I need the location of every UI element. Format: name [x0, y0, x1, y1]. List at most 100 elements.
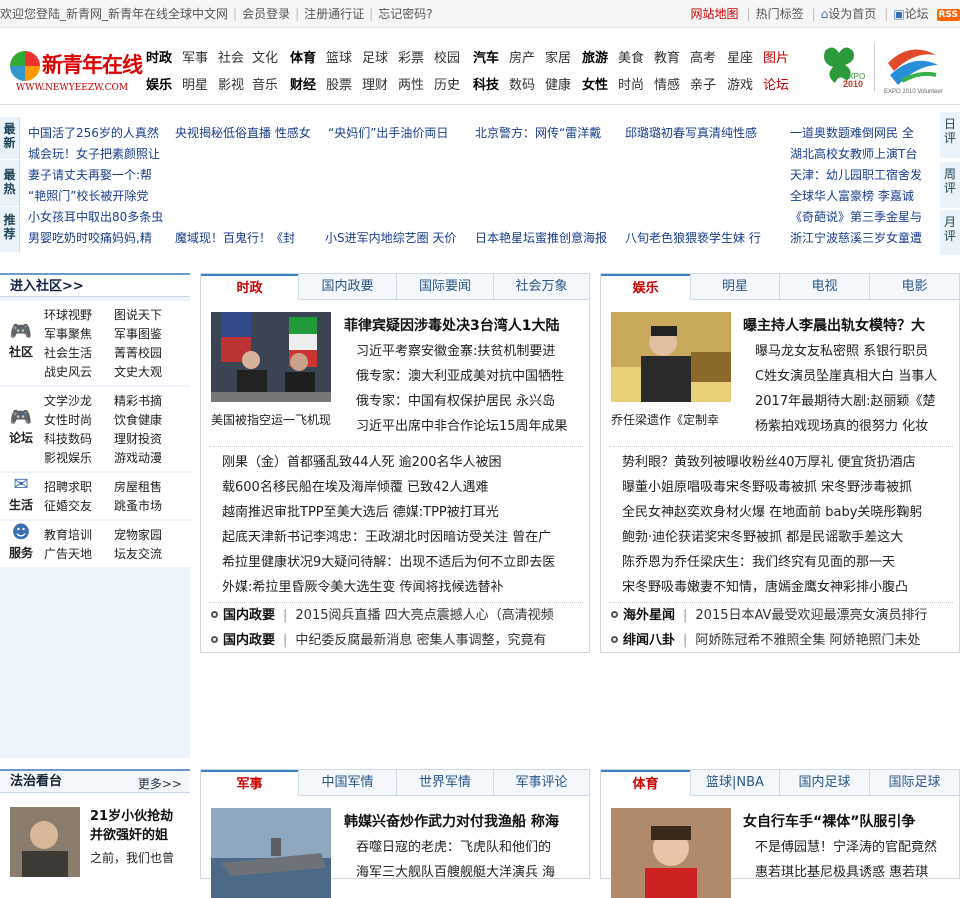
community-link[interactable]: 房屋租售 [114, 478, 162, 495]
nav-link[interactable]: 科技 [473, 74, 499, 93]
tab-item[interactable]: 电影 [869, 274, 959, 300]
nav-link[interactable]: 论坛 [763, 74, 789, 93]
rss-icon[interactable]: RSS [937, 9, 960, 21]
category-name[interactable]: 国内政要 [223, 608, 275, 623]
category-headline[interactable]: 2015日本AV最受欢迎最漂亮女演员排行 [695, 608, 927, 623]
tab-item[interactable]: 世界军情 [396, 770, 493, 796]
box2-photo[interactable] [611, 312, 731, 402]
tab-item[interactable]: 明星 [690, 274, 779, 300]
community-link[interactable]: 军事聚焦 [44, 325, 92, 342]
box1-list-item[interactable]: 载600名移民船在埃及海岸倾覆 已致42人遇难 [222, 476, 580, 495]
box2-bullet-item[interactable]: 杨紫拍戏现场真的很努力 化妆 [755, 415, 955, 434]
tab-item[interactable]: 军事评论 [493, 770, 589, 796]
nav-link[interactable]: 图片 [763, 47, 789, 66]
ticker-link[interactable]: 中国活了256岁的人真然 [28, 124, 159, 141]
box1-list-item[interactable]: 起底天津新书记李鸿忠：王政湖北时因暗访受关注 曾在广 [222, 526, 580, 545]
ticker-link[interactable]: “央妈们”出手油价両日 [328, 124, 448, 141]
community-link[interactable]: 招聘求职 [44, 478, 92, 495]
nav-link[interactable]: 两性 [398, 74, 424, 93]
nav-link[interactable]: 美食 [618, 47, 644, 66]
law-headline[interactable]: 21岁小伙抢劫并欲强奸的姐 [90, 807, 186, 845]
tab-item[interactable]: 电视 [779, 274, 869, 300]
box2-list-item[interactable]: 宋冬野吸毒嫩妻不知情，唐嫣金鹰女神彩排小腹凸 [622, 576, 950, 595]
nav-link[interactable]: 娱乐 [146, 74, 172, 93]
box2-list-item[interactable]: 全民女神赵奕欢身材火爆 在地面前 baby关晓彤鞠躬 [622, 501, 950, 520]
box1-bullet-item[interactable]: 习近平出席中非合作论坛15周年成果 [356, 415, 584, 434]
nav-link[interactable]: 旅游 [582, 47, 608, 66]
community-link[interactable]: 宠物家园 [114, 526, 162, 543]
nav-link[interactable]: 明星 [182, 74, 208, 93]
nav-link[interactable]: 财经 [290, 74, 316, 93]
login-link[interactable]: 会员登录 [242, 7, 290, 21]
law-more-link[interactable]: 更多>> [138, 773, 182, 795]
nav-link[interactable]: 星座 [727, 47, 753, 66]
nav-link[interactable]: 健康 [545, 74, 571, 93]
nav-link[interactable]: 房产 [509, 47, 535, 66]
nav-link[interactable]: 游戏 [727, 74, 753, 93]
nav-link[interactable]: 军事 [182, 47, 208, 66]
box2-bullet-item[interactable]: 曝马龙女友私密照 系银行职员 [755, 340, 955, 359]
nav-link[interactable]: 影视 [218, 74, 244, 93]
box2-photo-caption[interactable]: 乔任梁遗作《定制幸 [611, 411, 731, 428]
nav-link[interactable]: 音乐 [252, 74, 278, 93]
tab-item[interactable]: 国内足球 [779, 770, 869, 796]
box1-photo-caption[interactable]: 美国被指空运一飞机现 [211, 411, 331, 428]
box2-headline[interactable]: 曝主持人李晨出轨女模特？大 [743, 315, 955, 335]
box2-list-item[interactable]: 鲍勃·迪伦获诺奖宋冬野被抓 都是民谣歌手差这大 [622, 526, 950, 545]
nav-link[interactable]: 篮球 [326, 47, 352, 66]
category-name[interactable]: 绯闻八卦 [623, 633, 675, 648]
community-link[interactable]: 饮食健康 [114, 411, 162, 428]
ticker-link[interactable]: 央视揭秘低俗直播 性感女 [175, 124, 311, 141]
hot-tags-link[interactable]: 热门标签 [756, 7, 804, 21]
box1-photo[interactable] [211, 312, 331, 402]
community-link[interactable]: 文史大观 [114, 363, 162, 380]
tab-active[interactable]: 军事 [201, 770, 298, 797]
tab-active[interactable]: 娱乐 [601, 274, 690, 301]
tab-active[interactable]: 体育 [601, 770, 690, 797]
box3-headline[interactable]: 韩媒兴奋炒作武力对付我渔船 称海 [344, 811, 584, 831]
category-name[interactable]: 国内政要 [223, 633, 275, 648]
nav-link[interactable]: 数码 [509, 74, 535, 93]
nav-link[interactable]: 时政 [146, 47, 172, 66]
nav-link[interactable]: 时尚 [618, 74, 644, 93]
tab-item[interactable]: 篮球|NBA [690, 770, 779, 796]
nav-link[interactable]: 教育 [654, 47, 680, 66]
law-photo[interactable] [10, 807, 80, 877]
ticker-link[interactable]: 魔域现！百鬼行！《封 [175, 229, 295, 246]
box4-bullet-item[interactable]: 惠若琪比基尼极具诱惑 惠若琪 [755, 861, 955, 880]
nav-link[interactable]: 校园 [434, 47, 460, 66]
nav-link[interactable]: 文化 [252, 47, 278, 66]
forum-link[interactable]: 论坛 [905, 7, 929, 21]
tab-item[interactable]: 国内政要 [298, 274, 396, 300]
ticker-link[interactable]: 小S进军内地综艺圈 天价 [325, 229, 456, 246]
daily-review-tab[interactable]: 日评 [940, 112, 960, 158]
ticker-link[interactable]: 妻子请丈夫再娶一个:帮 [28, 166, 152, 183]
forgot-password-link[interactable]: 忘记密码? [378, 7, 432, 21]
community-link[interactable]: 图说天下 [114, 306, 162, 323]
box1-headline[interactable]: 菲律宾疑因涉毒处决3台湾人1大陆 [344, 315, 584, 335]
nav-link[interactable]: 股票 [326, 74, 352, 93]
ticker-link[interactable]: 一道奥数题难倒网民 全 [790, 124, 914, 141]
nav-link[interactable]: 足球 [362, 47, 388, 66]
box1-list-item[interactable]: 越南推迟审批TPP至美大选后 德媒:TPP被打耳光 [222, 501, 580, 520]
ticker-link[interactable]: 天津：幼儿园职工宿舍发 [790, 166, 922, 183]
box2-list-item[interactable]: 陈乔恩为乔任梁庆生：我们终究有见面的那一天 [622, 551, 950, 570]
community-link[interactable]: 广告天地 [44, 545, 92, 562]
community-link[interactable]: 科技数码 [44, 430, 92, 447]
box4-photo[interactable] [611, 808, 731, 898]
box1-bullet-item[interactable]: 俄专家：中国有权保护居民 永兴岛 [356, 390, 584, 409]
ticker-link[interactable]: 《奇葩说》第三季金星与 [790, 208, 922, 225]
community-link[interactable]: 征婚交友 [44, 497, 92, 514]
ticker-link[interactable]: 邱璐璐初春写真清纯性感 [625, 124, 757, 141]
category-headline[interactable]: 阿娇陈冠希不雅照全集 阿娇艳照门未处 [695, 633, 920, 648]
category-name[interactable]: 海外星闻 [623, 608, 675, 623]
tab-item[interactable]: 中国军情 [298, 770, 396, 796]
ticker-link[interactable]: 男婴吃奶时咬痛妈妈,精 [28, 229, 152, 246]
community-link[interactable]: 社会生活 [44, 344, 92, 361]
site-logo[interactable]: 新青年在线 WWW.NEWYEEZW.COM [8, 43, 132, 97]
ticker-link[interactable]: 八旬老色狼猥亵学生妹 行 [625, 229, 761, 246]
box3-bullet-item[interactable]: 海军三大舰队百艘舰艇大洋演兵 海 [356, 861, 584, 880]
box3-bullet-item[interactable]: 吞噬日寇的老虎：飞虎队和他们的 [356, 836, 584, 855]
ticker-link[interactable]: 北京警方：网传“雷洋戴 [475, 124, 601, 141]
ticker-link[interactable]: 湖北高校女教师上演T台 [790, 145, 917, 162]
